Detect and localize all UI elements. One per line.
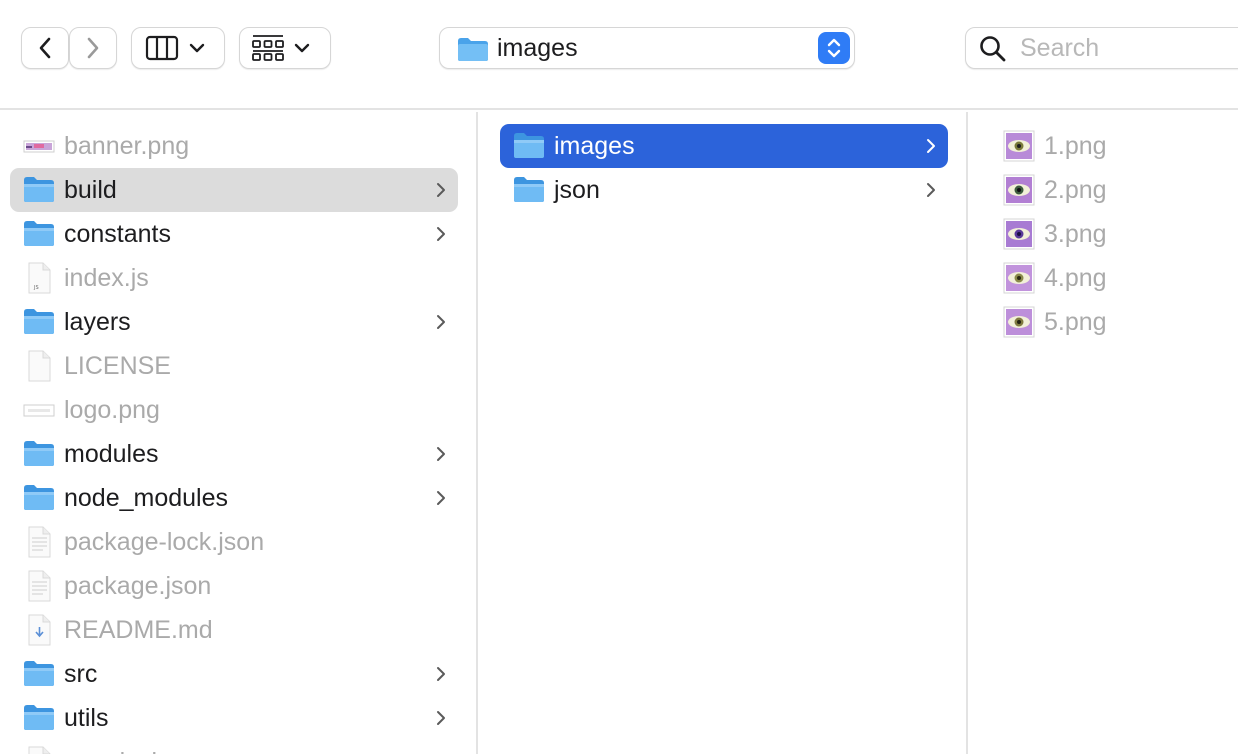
folder-icon [23, 218, 55, 250]
chevron-right-icon [436, 313, 446, 336]
chevron-left-icon [39, 37, 51, 59]
item-name: src [64, 660, 98, 688]
file-row[interactable]: 4.png [990, 256, 1230, 300]
chevron-right-icon [436, 445, 446, 468]
item-name: layers [64, 308, 131, 336]
image-thumbnail-icon [1003, 130, 1035, 162]
folder-row[interactable]: layers [10, 300, 458, 344]
chevron-right-icon [926, 137, 936, 160]
file-row[interactable]: README.md [10, 608, 458, 652]
file-row[interactable]: LICENSE [10, 344, 458, 388]
folder-icon [513, 130, 545, 162]
folder-icon [23, 702, 55, 734]
chevron-right-icon [926, 181, 936, 204]
chevron-right-icon [436, 225, 446, 248]
item-name: images [554, 132, 635, 160]
item-name: logo.png [64, 396, 160, 424]
folder-row[interactable]: build [10, 168, 458, 212]
folder-row[interactable]: constants [10, 212, 458, 256]
folder-icon [23, 482, 55, 514]
item-name: package.json [64, 572, 212, 600]
search-field[interactable] [965, 27, 1238, 69]
folder-icon [23, 438, 55, 470]
search-icon [979, 35, 1007, 68]
item-name: banner.png [64, 132, 190, 160]
item-name: yarn.lock [64, 746, 164, 754]
file-row[interactable]: 3.png [990, 212, 1230, 256]
path-popup-button[interactable]: images [439, 27, 855, 69]
forward-button[interactable] [69, 27, 117, 69]
text-file-icon [23, 746, 55, 754]
item-name: json [554, 176, 600, 204]
chevron-right-icon [87, 37, 99, 59]
view-mode-button[interactable] [131, 27, 225, 69]
item-name: constants [64, 220, 172, 248]
chevron-right-icon [436, 709, 446, 732]
folder-icon [23, 658, 55, 690]
svg-text:JS: JS [33, 285, 39, 291]
file-row[interactable]: 2.png [990, 168, 1230, 212]
js-file-icon: JS [23, 262, 55, 294]
image-thumbnail-icon [1003, 306, 1035, 338]
item-name: 5.png [1044, 308, 1107, 336]
file-row[interactable]: package.json [10, 564, 458, 608]
text-file-icon [23, 526, 55, 558]
item-name: index.js [64, 264, 149, 292]
item-name: utils [64, 704, 109, 732]
folder-icon [23, 174, 55, 206]
column-1: banner.png build constants JS index.js layers… [0, 112, 478, 754]
back-button[interactable] [21, 27, 69, 69]
item-name: 4.png [1044, 264, 1107, 292]
folder-row[interactable]: images [500, 124, 948, 168]
finder-toolbar: images [0, 0, 1238, 110]
file-row[interactable]: JS index.js [10, 256, 458, 300]
item-name: modules [64, 440, 159, 468]
group-button[interactable] [239, 27, 331, 69]
path-label: images [497, 34, 578, 62]
grid-group-icon [252, 35, 310, 61]
popup-stepper-icon [818, 32, 850, 64]
folder-icon [23, 306, 55, 338]
item-name: node_modules [64, 484, 229, 512]
image-thumbnail-icon [1003, 262, 1035, 294]
folder-icon [457, 36, 489, 67]
column-3: 1.png 2.png 3.png 4.png 5.png [970, 112, 1238, 754]
item-name: 3.png [1044, 220, 1107, 248]
chevron-right-icon [436, 489, 446, 512]
item-name: README.md [64, 616, 213, 644]
item-name: build [64, 176, 117, 204]
image-thumbnail-icon [1003, 174, 1035, 206]
folder-row[interactable]: json [500, 168, 948, 212]
item-name: package-lock.json [64, 528, 265, 556]
document-icon [23, 350, 55, 382]
text-file-icon [23, 570, 55, 602]
item-name: 2.png [1044, 176, 1107, 204]
markdown-file-icon [23, 614, 55, 646]
file-row[interactable]: 1.png [990, 124, 1230, 168]
file-row[interactable]: yarn.lock [10, 740, 458, 754]
folder-row[interactable]: node_modules [10, 476, 458, 520]
folder-row[interactable]: modules [10, 432, 458, 476]
chevron-right-icon [436, 665, 446, 688]
folder-icon [513, 174, 545, 206]
image-thumbnail-icon [1003, 218, 1035, 250]
folder-row[interactable]: utils [10, 696, 458, 740]
file-row[interactable]: package-lock.json [10, 520, 458, 564]
column-2: images json [480, 112, 968, 754]
chevron-right-icon [436, 181, 446, 204]
columns-view-icon [145, 35, 205, 61]
item-name: LICENSE [64, 352, 171, 380]
file-row[interactable]: 5.png [990, 300, 1230, 344]
folder-row[interactable]: src [10, 652, 458, 696]
image-file-icon [23, 394, 55, 426]
item-name: 1.png [1044, 132, 1107, 160]
image-file-icon [23, 130, 55, 162]
file-row[interactable]: banner.png [10, 124, 458, 168]
file-row[interactable]: logo.png [10, 388, 458, 432]
search-input[interactable] [1020, 32, 1238, 64]
